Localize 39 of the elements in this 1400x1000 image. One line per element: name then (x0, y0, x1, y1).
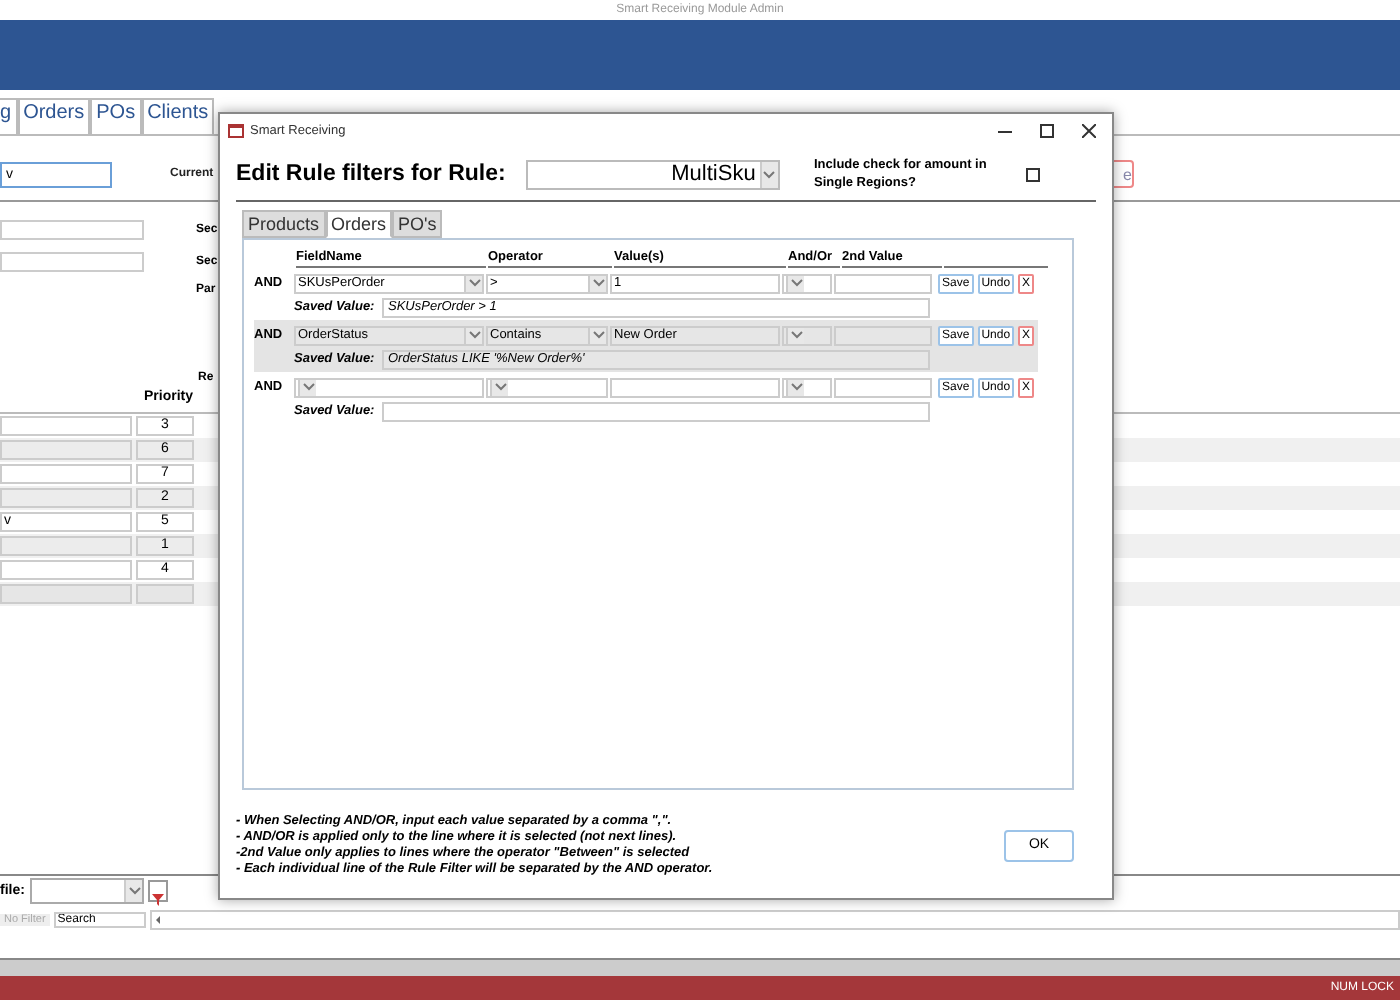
scroll-left-icon[interactable] (151, 914, 164, 926)
checkbox[interactable] (1026, 167, 1040, 181)
dropdown-icon[interactable] (786, 275, 804, 291)
nav-tab[interactable]: Orders (17, 98, 91, 134)
scrollbar[interactable] (149, 910, 1400, 930)
dropdown-icon[interactable] (490, 379, 508, 395)
tab[interactable]: PO's (392, 210, 443, 238)
dropdown-icon[interactable] (464, 327, 482, 343)
dropdown-field[interactable] (30, 878, 145, 904)
dropdown-icon[interactable] (588, 275, 606, 291)
tab[interactable]: Orders (325, 210, 393, 238)
text-field[interactable] (0, 252, 144, 272)
app-icon (228, 123, 244, 137)
dropdown-icon[interactable] (464, 275, 482, 291)
tab[interactable]: Products (242, 210, 326, 238)
maximize-icon[interactable] (1040, 123, 1054, 137)
dialog-heading: Edit Rule filters for Rule: (236, 162, 506, 186)
dropdown-icon[interactable] (759, 161, 778, 187)
text-field[interactable] (0, 220, 144, 240)
nav-tab[interactable]: POs (90, 98, 142, 134)
close-icon[interactable] (1082, 123, 1096, 137)
nav-tab[interactable]: Clients (141, 98, 215, 134)
dropdown-icon[interactable] (786, 379, 804, 395)
second-value-field[interactable] (834, 273, 932, 293)
filter-icon (152, 894, 165, 906)
second-value-field[interactable] (834, 325, 932, 345)
and-or-dropdown[interactable] (782, 377, 832, 397)
and-or-dropdown[interactable] (782, 273, 832, 293)
dropdown-icon[interactable] (588, 327, 606, 343)
second-value-field[interactable] (834, 377, 932, 397)
field-dropdown[interactable] (294, 377, 484, 397)
nav-tab[interactable]: g (0, 98, 18, 134)
dropdown-icon[interactable] (786, 327, 804, 343)
dropdown-icon[interactable] (298, 379, 316, 395)
dropdown-icon[interactable] (124, 880, 143, 902)
and-or-dropdown[interactable] (782, 325, 832, 345)
filter-button[interactable] (148, 880, 169, 902)
rule-dropdown[interactable]: MultiSku (525, 159, 780, 189)
value-field[interactable] (610, 377, 780, 397)
